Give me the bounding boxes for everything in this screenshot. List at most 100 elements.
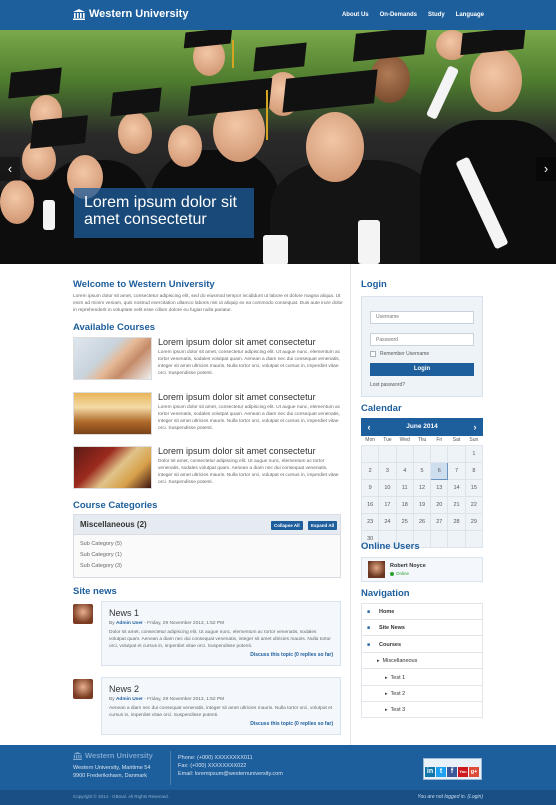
- triangle-right-icon: ▸: [385, 707, 388, 714]
- footer-address-2: 9900 Frederikshavn, Danmark: [73, 773, 147, 779]
- calendar-day[interactable]: 16: [360, 495, 380, 514]
- news-meta: By Admin User - Friday, 29 November 2013…: [109, 697, 340, 702]
- calendar-day[interactable]: 13: [430, 478, 449, 497]
- calendar-day[interactable]: 29: [464, 512, 484, 531]
- calendar-day[interactable]: 22: [464, 495, 484, 514]
- nav-item-label: Miscellaneous: [382, 658, 418, 665]
- hero-prev-arrow[interactable]: ‹: [0, 157, 20, 181]
- calendar-day[interactable]: 14: [447, 478, 466, 497]
- calendar-day[interactable]: 1: [464, 444, 484, 463]
- news-by: By: [109, 697, 115, 702]
- hero-next-arrow[interactable]: ›: [536, 157, 556, 181]
- expand-all-button[interactable]: Expand All: [308, 521, 338, 530]
- calendar-day[interactable]: 10: [378, 478, 397, 497]
- news-date: - Friday, 29 November 2013, 1:52 PM: [144, 621, 225, 626]
- news-author[interactable]: Admin User: [116, 697, 143, 702]
- calendar-day[interactable]: 20: [430, 495, 449, 514]
- course-item[interactable]: Lorem ipsum dolor sit amet consectetur L…: [73, 392, 343, 438]
- remember-checkbox[interactable]: [370, 351, 376, 357]
- welcome-title: Welcome to Western University: [73, 279, 215, 290]
- calendar-day[interactable]: 11: [395, 478, 414, 497]
- calendar-day[interactable]: 24: [378, 512, 397, 531]
- news-text: Aenean a diam nec dui consequat venenati…: [109, 706, 333, 718]
- calendar-title: Calendar: [361, 403, 402, 414]
- nav-item[interactable]: ■ Home: [361, 604, 483, 620]
- category-group-name[interactable]: Miscellaneous (2): [80, 520, 147, 529]
- calendar-day: [395, 444, 414, 463]
- calendar-grid: Mon Tue Wed Thu Fri Sat Sun 1 2 3 4 5 6 7 8 9 10 11 12 13 1…: [360, 436, 484, 548]
- facebook-icon[interactable]: f: [447, 767, 457, 777]
- copyright-text: Copyright © 2014 - GBmal. All Rights Res…: [73, 794, 169, 799]
- news-title[interactable]: News 2: [109, 684, 340, 694]
- calendar-prev-arrow[interactable]: ‹: [361, 418, 377, 436]
- nav-language[interactable]: Language: [456, 12, 484, 18]
- calendar-day[interactable]: 6: [430, 461, 449, 480]
- sub-category-link[interactable]: Sub Category (1): [80, 550, 340, 561]
- nav-item-label: Test 2: [390, 691, 406, 697]
- nav-item[interactable]: ■ Courses: [361, 637, 483, 653]
- course-description: Lorem ipsum dolor sit amet, consectetur …: [158, 350, 341, 376]
- calendar-day[interactable]: 25: [395, 512, 414, 531]
- calendar-day[interactable]: 4: [395, 461, 414, 480]
- footer-logo-text: Western University: [85, 751, 153, 760]
- calendar-day[interactable]: 8: [464, 461, 484, 480]
- login-status-text[interactable]: You are not logged in. (Login): [417, 794, 483, 800]
- nav-item[interactable]: ▸ Test 2: [361, 686, 483, 702]
- collapse-all-button[interactable]: Collapse All: [271, 521, 303, 530]
- nav-study[interactable]: Study: [428, 12, 445, 18]
- nav-item[interactable]: ▸ Test 3: [361, 702, 483, 719]
- calendar-day[interactable]: 2: [360, 461, 380, 480]
- calendar-day[interactable]: 21: [447, 495, 466, 514]
- calendar-day[interactable]: 27: [430, 512, 449, 531]
- course-title[interactable]: Lorem ipsum dolor sit amet consectetur: [158, 392, 316, 402]
- sub-category-link[interactable]: Sub Category (5): [80, 539, 340, 550]
- sub-category-link[interactable]: Sub Category (3): [80, 561, 340, 572]
- calendar-day[interactable]: 7: [447, 461, 466, 480]
- course-item[interactable]: Lorem ipsum dolor sit amet consectetur D…: [73, 446, 343, 492]
- calendar-day[interactable]: 28: [447, 512, 466, 531]
- course-item[interactable]: Lorem ipsum dolor sit amet consectetur L…: [73, 337, 343, 383]
- calendar-day[interactable]: 19: [412, 495, 432, 514]
- calendar-day[interactable]: 17: [378, 495, 397, 514]
- calendar-next-arrow[interactable]: ›: [467, 418, 483, 436]
- course-title[interactable]: Lorem ipsum dolor sit amet consectetur: [158, 446, 316, 456]
- online-user-name[interactable]: Robert Noyce: [390, 563, 426, 569]
- site-logo[interactable]: Western University: [73, 8, 188, 20]
- username-input[interactable]: [370, 310, 474, 324]
- calendar-day[interactable]: 15: [464, 478, 484, 497]
- online-status: Online: [390, 571, 409, 576]
- nav-item[interactable]: ■ Site News: [361, 620, 483, 637]
- navigation-title: Navigation: [361, 588, 410, 599]
- nav-item[interactable]: ▸ Test 1: [361, 670, 483, 686]
- login-button[interactable]: Login: [370, 363, 474, 376]
- twitter-icon[interactable]: t: [436, 767, 446, 777]
- password-input[interactable]: [370, 333, 474, 346]
- footer-email[interactable]: Email: loremipsum@westernuniversity.com: [178, 770, 283, 778]
- news-title[interactable]: News 1: [109, 608, 340, 618]
- nav-about-us[interactable]: About Us: [342, 12, 369, 18]
- course-title[interactable]: Lorem ipsum dolor sit amet consectetur: [158, 337, 316, 347]
- youtube-icon[interactable]: You: [458, 767, 468, 777]
- linkedin-icon[interactable]: in: [425, 767, 435, 777]
- nav-item[interactable]: ▸ Miscellaneous: [361, 653, 483, 670]
- calendar-day[interactable]: 18: [395, 495, 414, 514]
- nav-on-demands[interactable]: On-Demands: [380, 12, 417, 18]
- calendar-day: [378, 444, 397, 463]
- discuss-topic-link[interactable]: Discuss this topic (0 replies so far): [102, 652, 333, 658]
- calendar-day[interactable]: 26: [412, 512, 432, 531]
- university-building-icon: [73, 8, 85, 20]
- calendar-weekday: Tue: [383, 437, 392, 444]
- calendar-day[interactable]: 23: [360, 512, 380, 531]
- discuss-topic-link[interactable]: Discuss this topic (0 replies so far): [102, 721, 333, 727]
- site-header: Western University About Us On-Demands S…: [0, 0, 556, 30]
- calendar-day[interactable]: 12: [412, 478, 432, 497]
- news-author[interactable]: Admin User: [116, 621, 143, 626]
- calendar-day[interactable]: 9: [360, 478, 380, 497]
- category-group-header: Miscellaneous (2) Collapse All Expand Al…: [74, 515, 340, 535]
- lost-password-link[interactable]: Lost password?: [370, 382, 482, 388]
- calendar-month: June 2014: [406, 423, 438, 430]
- nav-item-label: Courses: [379, 641, 402, 648]
- calendar-day[interactable]: 5: [412, 461, 432, 480]
- calendar-day[interactable]: 3: [378, 461, 397, 480]
- google-plus-icon[interactable]: g+: [469, 767, 479, 777]
